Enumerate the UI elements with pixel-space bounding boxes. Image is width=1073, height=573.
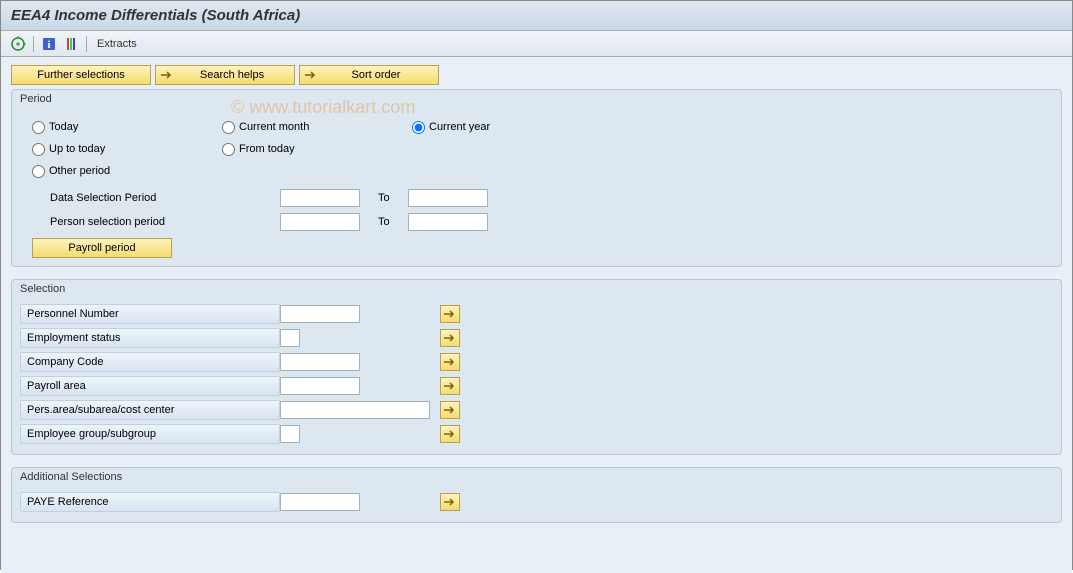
label-today[interactable]: Today: [49, 121, 78, 133]
multiple-selection-button[interactable]: [440, 377, 460, 395]
selection-input[interactable]: [280, 329, 300, 347]
selection-input[interactable]: [280, 353, 360, 371]
selection-row: Payroll area: [20, 374, 1053, 398]
content-area: © www.tutorialkart.com Further selection…: [1, 57, 1072, 573]
selection-title: Selection: [12, 280, 1061, 298]
selection-label: Employment status: [20, 328, 280, 348]
additional-row: PAYE Reference: [20, 490, 1053, 514]
additional-title: Additional Selections: [12, 468, 1061, 486]
sort-order-button[interactable]: Sort order: [299, 65, 439, 85]
label-up-to-today[interactable]: Up to today: [49, 143, 105, 155]
selection-input[interactable]: [280, 305, 360, 323]
person-sel-to-input[interactable]: [408, 213, 488, 231]
toolbar: i Extracts: [1, 31, 1072, 57]
arrow-right-icon: [443, 497, 457, 507]
multiple-selection-button[interactable]: [440, 329, 460, 347]
svg-text:i: i: [47, 39, 50, 51]
to-label: To: [378, 216, 408, 228]
radio-other-period[interactable]: [32, 165, 45, 178]
info-icon[interactable]: i: [40, 35, 58, 53]
title-bar: EEA4 Income Differentials (South Africa): [1, 1, 1072, 31]
separator: [86, 36, 87, 52]
further-selections-button[interactable]: Further selections: [11, 65, 151, 85]
selection-label: Employee group/subgroup: [20, 424, 280, 444]
person-sel-period-label: Person selection period: [32, 216, 280, 228]
radio-today[interactable]: [32, 121, 45, 134]
label-other-period[interactable]: Other period: [49, 165, 110, 177]
selection-input[interactable]: [280, 425, 300, 443]
search-helps-label: Search helps: [184, 69, 280, 81]
radio-current-year[interactable]: [412, 121, 425, 134]
selection-input[interactable]: [280, 377, 360, 395]
additional-label: PAYE Reference: [20, 492, 280, 512]
additional-input[interactable]: [280, 493, 360, 511]
period-title: Period: [12, 90, 1061, 108]
input-slot: [280, 493, 440, 511]
arrow-right-icon: [443, 405, 457, 415]
input-slot: [280, 425, 440, 443]
selection-label: Payroll area: [20, 376, 280, 396]
data-sel-to-input[interactable]: [408, 189, 488, 207]
arrow-right-icon: [160, 70, 174, 80]
label-from-today[interactable]: From today: [239, 143, 295, 155]
input-slot: [280, 353, 440, 371]
label-current-month[interactable]: Current month: [239, 121, 309, 133]
additional-group: Additional Selections PAYE Reference: [11, 467, 1062, 523]
selection-input[interactable]: [280, 401, 430, 419]
label-current-year[interactable]: Current year: [429, 121, 490, 133]
selection-label: Pers.area/subarea/cost center: [20, 400, 280, 420]
extracts-button[interactable]: Extracts: [93, 38, 141, 50]
multiple-selection-button[interactable]: [440, 305, 460, 323]
selection-label: Company Code: [20, 352, 280, 372]
execute-icon[interactable]: [9, 35, 27, 53]
selection-row: Employee group/subgroup: [20, 422, 1053, 446]
input-slot: [280, 305, 440, 323]
arrow-right-icon: [443, 429, 457, 439]
period-group: Period Today Current month Current year …: [11, 89, 1062, 267]
radio-up-to-today[interactable]: [32, 143, 45, 156]
selection-group: Selection Personnel Number Employment sta…: [11, 279, 1062, 455]
selection-row: Company Code: [20, 350, 1053, 374]
input-slot: [280, 377, 440, 395]
selection-row: Personnel Number: [20, 302, 1053, 326]
arrow-right-icon: [443, 309, 457, 319]
person-sel-from-input[interactable]: [280, 213, 360, 231]
selection-label: Personnel Number: [20, 304, 280, 324]
to-label: To: [378, 192, 408, 204]
data-sel-from-input[interactable]: [280, 189, 360, 207]
arrow-right-icon: [443, 357, 457, 367]
variant-icon[interactable]: [62, 35, 80, 53]
data-sel-period-label: Data Selection Period: [32, 192, 280, 204]
separator: [33, 36, 34, 52]
sort-order-label: Sort order: [328, 69, 424, 81]
multiple-selection-button[interactable]: [440, 493, 460, 511]
input-slot: [280, 329, 440, 347]
payroll-period-button[interactable]: Payroll period: [32, 238, 172, 258]
arrow-right-icon: [443, 333, 457, 343]
multiple-selection-button[interactable]: [440, 401, 460, 419]
multiple-selection-button[interactable]: [440, 425, 460, 443]
arrow-right-icon: [304, 70, 318, 80]
top-button-row: Further selections Search helps Sort ord…: [11, 65, 1062, 85]
selection-row: Employment status: [20, 326, 1053, 350]
radio-current-month[interactable]: [222, 121, 235, 134]
radio-from-today[interactable]: [222, 143, 235, 156]
search-helps-button[interactable]: Search helps: [155, 65, 295, 85]
input-slot: [280, 401, 440, 419]
selection-row: Pers.area/subarea/cost center: [20, 398, 1053, 422]
multiple-selection-button[interactable]: [440, 353, 460, 371]
page-title: EEA4 Income Differentials (South Africa): [11, 7, 1062, 24]
arrow-right-icon: [443, 381, 457, 391]
